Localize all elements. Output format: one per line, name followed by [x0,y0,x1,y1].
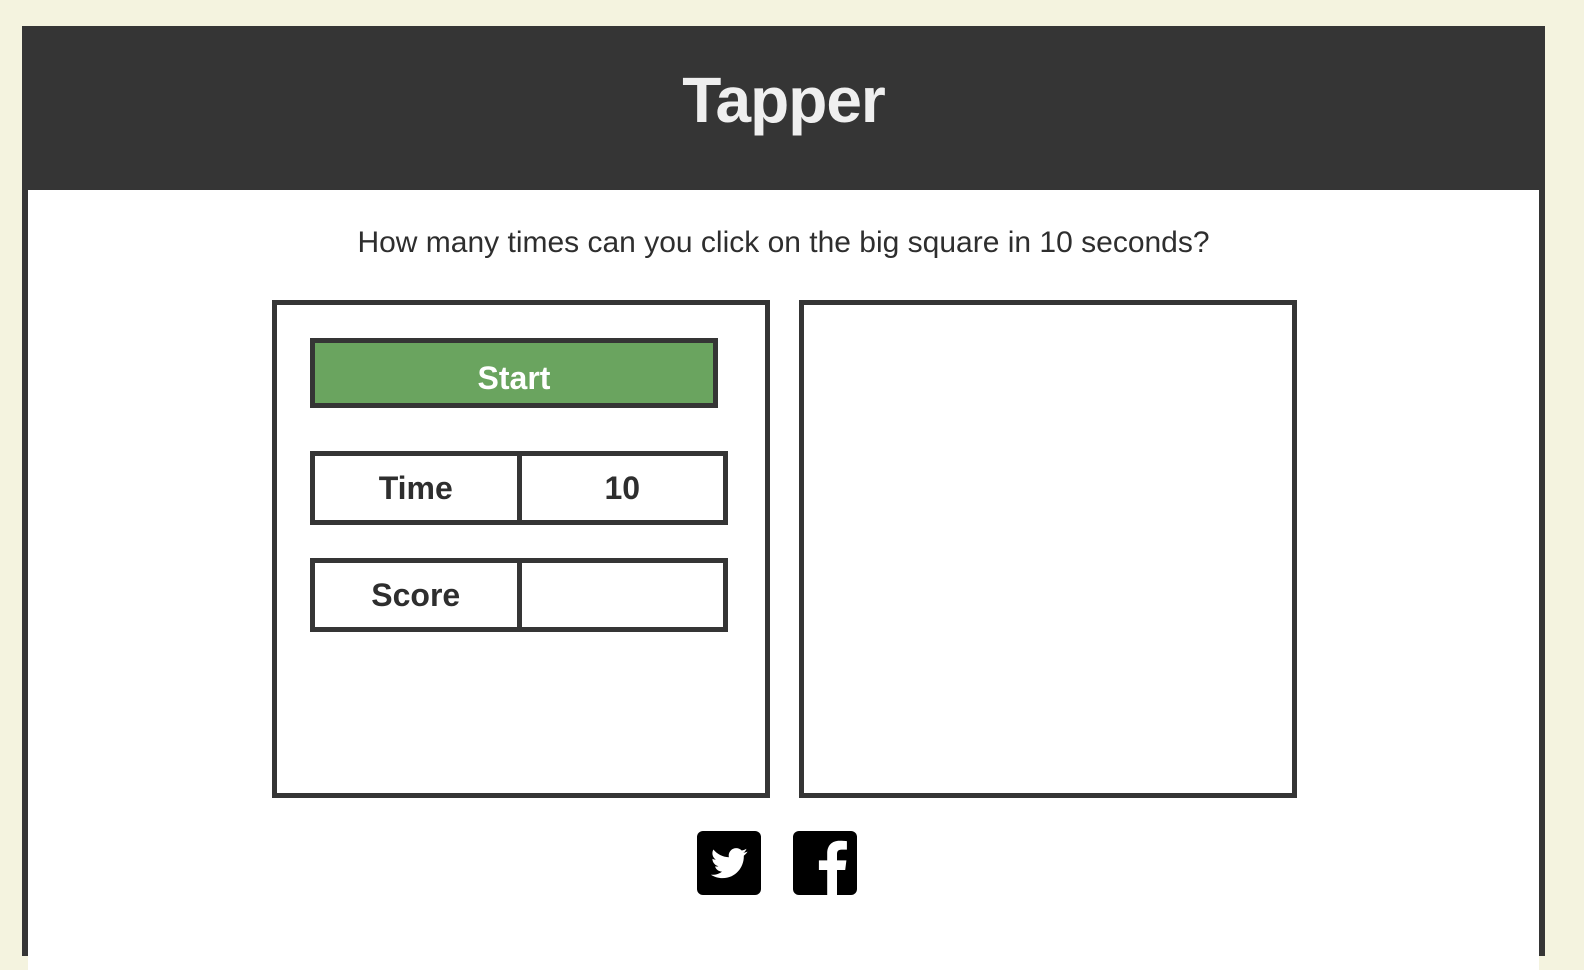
game-frame: Tapper How many times can you click on t… [22,26,1545,970]
instructions-text: How many times can you click on the big … [357,226,1210,259]
start-button[interactable]: Start [310,338,718,408]
time-value: 10 [604,469,641,506]
control-panel: Start Time 10 Score [272,300,770,798]
time-display: Time 10 [310,451,728,525]
tap-square[interactable] [799,300,1297,798]
score-display: Score [310,558,728,632]
header: Tapper [22,26,1545,190]
page-title: Tapper [682,64,886,136]
score-value [522,563,724,627]
social-links [28,831,1539,895]
twitter-icon[interactable] [697,831,761,895]
game-content: How many times can you click on the big … [28,190,1539,970]
time-label: Time [315,456,522,520]
facebook-icon[interactable] [793,831,857,895]
score-label: Score [315,563,522,627]
